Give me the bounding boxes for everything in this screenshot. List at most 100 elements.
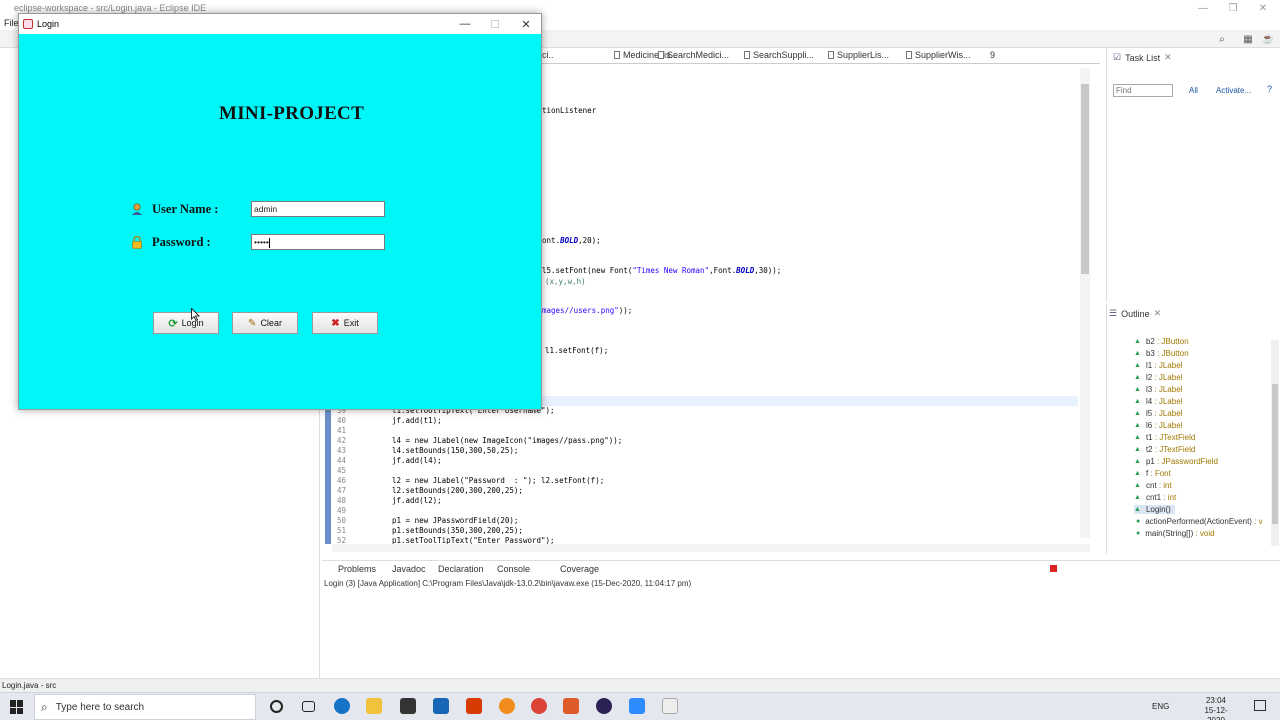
- outline-item[interactable]: ▲ Login(): [1134, 505, 1175, 514]
- java-icon: [23, 19, 33, 29]
- chrome-icon[interactable]: [531, 698, 547, 714]
- edge-icon[interactable]: [334, 698, 350, 714]
- outline-item-name: p1: [1145, 457, 1155, 466]
- file-explorer-icon[interactable]: [366, 698, 382, 714]
- tab-search-supplier[interactable]: SearchSuppli...: [744, 50, 814, 60]
- java-app-icon[interactable]: [662, 698, 678, 714]
- tab-declaration[interactable]: Declaration: [438, 564, 484, 574]
- zoom-icon[interactable]: [629, 698, 645, 714]
- lock-icon: [132, 235, 142, 249]
- tab-clipped[interactable]: ci..: [542, 50, 554, 60]
- eclipse-icon[interactable]: [596, 698, 612, 714]
- java-file-icon: [614, 51, 620, 59]
- tab-coverage[interactable]: Coverage: [560, 564, 599, 574]
- restore-icon[interactable]: ❐: [1218, 0, 1248, 16]
- outline-item[interactable]: ▲ cnt : int: [1134, 481, 1172, 490]
- field-icon: ▲: [1134, 374, 1141, 381]
- editor-gutter: [325, 406, 331, 544]
- close-icon[interactable]: ✕: [1154, 308, 1162, 319]
- user-icon: [132, 203, 142, 215]
- terminate-icon[interactable]: [1050, 565, 1057, 572]
- task-find-input[interactable]: [1113, 84, 1173, 97]
- outline-item-type: : JPasswordField: [1154, 457, 1218, 466]
- project-heading: MINI-PROJECT: [219, 103, 365, 124]
- outline-item[interactable]: ▲ t2 : JTextField: [1134, 445, 1195, 454]
- clock[interactable]: 23:04 15-12-2020: [1196, 696, 1236, 720]
- outline-item-label: p1 : JPasswordField: [1146, 457, 1218, 466]
- tab-problems[interactable]: Problems: [338, 564, 376, 574]
- outline-item[interactable]: ▲ l4 : JLabel: [1134, 397, 1182, 406]
- pencil-icon: ✎: [248, 317, 257, 329]
- media-icon[interactable]: [499, 698, 515, 714]
- outline-item[interactable]: ● main(String[]) : void: [1136, 529, 1215, 538]
- outline-scrollbar[interactable]: [1271, 340, 1279, 546]
- java-file-icon: [744, 51, 750, 59]
- maximize-icon[interactable]: ☐: [480, 14, 510, 34]
- store-icon[interactable]: [400, 698, 416, 714]
- close-icon[interactable]: ✕: [511, 14, 541, 34]
- menu-file[interactable]: File: [4, 18, 19, 28]
- outline-item-name: main(String[]): [1145, 529, 1194, 538]
- task-list-title[interactable]: Task List: [1125, 53, 1160, 63]
- language-indicator[interactable]: ENG: [1152, 702, 1169, 711]
- exit-button[interactable]: ✖ Exit: [312, 312, 378, 334]
- notification-icon[interactable]: [1254, 700, 1266, 711]
- outline-item-type: : int: [1161, 493, 1177, 502]
- outline-item-label: b2 : JButton: [1146, 337, 1189, 346]
- outline-item[interactable]: ▲ l5 : JLabel: [1134, 409, 1182, 418]
- outline-item[interactable]: ▲ p1 : JPasswordField: [1134, 457, 1218, 466]
- code-line: p1.setBounds(350,300,200,25);: [392, 526, 523, 535]
- scrollbar-thumb[interactable]: [1081, 84, 1089, 274]
- login-button[interactable]: ⟳ Login: [153, 312, 219, 334]
- search-icon[interactable]: ⌕: [1216, 33, 1228, 45]
- outline-item[interactable]: ▲ l1 : JLabel: [1134, 361, 1182, 370]
- tab-console[interactable]: Console: [497, 564, 530, 574]
- line-number: 46: [336, 476, 346, 485]
- tab-supplier-list[interactable]: SupplierLis...: [828, 50, 889, 60]
- activate-link[interactable]: Activate...: [1216, 86, 1251, 95]
- minimize-icon[interactable]: —: [450, 14, 480, 34]
- outline-item[interactable]: ▲ l2 : JLabel: [1134, 373, 1182, 382]
- field-icon: ▲: [1134, 362, 1141, 369]
- filter-all-link[interactable]: All: [1189, 86, 1198, 95]
- tab-overflow[interactable]: 9: [990, 50, 995, 60]
- mail-icon[interactable]: [433, 698, 449, 714]
- outline-item[interactable]: ▲ l6 : JLabel: [1134, 421, 1182, 430]
- outline-item[interactable]: ▲ b2 : JButton: [1134, 337, 1189, 346]
- outline-item[interactable]: ▲ f : Font: [1134, 469, 1171, 478]
- tab-javadoc[interactable]: Javadoc: [392, 564, 426, 574]
- close-icon[interactable]: ✕: [1164, 52, 1172, 63]
- cortana-icon[interactable]: [270, 700, 283, 713]
- start-icon[interactable]: [10, 700, 24, 714]
- outline-item-name: t1: [1145, 433, 1153, 442]
- outline-item-type: : JTextField: [1152, 433, 1196, 442]
- code-line: l2.setBounds(200,300,200,25);: [392, 486, 523, 495]
- tab-supplier-wise[interactable]: SupplierWis...: [906, 50, 971, 60]
- editor-horizontal-scrollbar[interactable]: [332, 544, 1090, 552]
- office-icon[interactable]: [466, 698, 482, 714]
- outline-item[interactable]: ▲ cnt1 : int: [1134, 493, 1176, 502]
- app-icon[interactable]: [563, 698, 579, 714]
- minimize-icon[interactable]: —: [1188, 0, 1218, 16]
- outline-item[interactable]: ▲ b3 : JButton: [1134, 349, 1189, 358]
- outline-item[interactable]: ▲ t1 : JTextField: [1134, 433, 1195, 442]
- code-lines: t1.setToolTipText("Enter Username"); jf.a…: [392, 406, 622, 546]
- close-icon[interactable]: ✕: [1248, 0, 1278, 16]
- password-input[interactable]: •••••: [251, 234, 385, 250]
- help-icon[interactable]: ?: [1267, 84, 1272, 94]
- outline-item[interactable]: ● actionPerformed(ActionEvent) : v: [1136, 517, 1263, 526]
- tab-search-medicine[interactable]: SearchMedici...: [658, 50, 729, 60]
- login-title-bar[interactable]: Login — ☐ ✕: [19, 14, 541, 34]
- editor-tabs: ci.. MedicineLis... SearchMedici... Sear…: [540, 48, 1100, 64]
- username-input[interactable]: admin: [251, 201, 385, 217]
- outline-item[interactable]: ▲ l3 : JLabel: [1134, 385, 1182, 394]
- editor-vertical-scrollbar[interactable]: [1080, 68, 1090, 538]
- java-perspective-icon[interactable]: ☕: [1262, 33, 1274, 45]
- perspective-icon[interactable]: ▦: [1242, 33, 1254, 45]
- scrollbar-thumb[interactable]: [1272, 384, 1278, 524]
- outline-title[interactable]: Outline: [1121, 309, 1150, 319]
- taskbar-search[interactable]: ⌕ Type here to search: [34, 694, 256, 720]
- code-fragment: tionListener: [542, 106, 597, 115]
- clear-button[interactable]: ✎ Clear: [232, 312, 298, 334]
- task-view-icon[interactable]: [302, 701, 315, 712]
